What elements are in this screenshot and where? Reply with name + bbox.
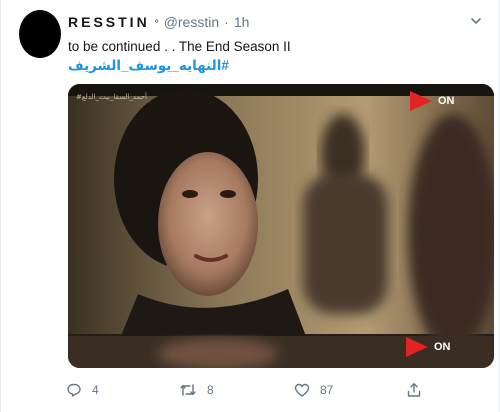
tweet-actions: 4 8 87: [61, 382, 481, 402]
tweet-card[interactable]: RESSTIN ° @resstin · 1h to be continued …: [0, 0, 500, 412]
like-button[interactable]: 87: [294, 382, 333, 398]
timestamp[interactable]: 1h: [234, 14, 250, 30]
channel-watermark-text: #أحمد_السقا_بيت_الدلع: [76, 92, 147, 101]
channel-logo-bottom: ON: [404, 336, 451, 358]
user-handle[interactable]: @resstin: [164, 14, 219, 30]
display-name-mark: °: [154, 19, 159, 30]
svg-text:#أحمد_السقا_بيت_الدلع: #أحمد_السقا_بيت_الدلع: [76, 92, 147, 101]
retweet-count: 8: [207, 383, 214, 397]
channel-logo-label: ON: [434, 341, 451, 353]
share-button[interactable]: [406, 382, 422, 398]
play-triangle-icon: [406, 337, 428, 357]
retweet-icon: [180, 384, 196, 396]
like-count: 87: [320, 383, 334, 397]
reply-button[interactable]: 4: [66, 382, 99, 398]
tweet-media[interactable]: #أحمد_السقا_بيت_الدلع ON ON: [68, 84, 494, 368]
channel-logo-label: ON: [438, 95, 455, 107]
play-triangle-icon: [410, 91, 432, 111]
tweet-header: RESSTIN ° @resstin · 1h: [68, 14, 249, 30]
reply-icon: [67, 383, 81, 397]
avatar[interactable]: [19, 10, 61, 58]
share-icon: [407, 383, 421, 397]
chevron-down-icon[interactable]: [469, 14, 483, 28]
hashtag-link[interactable]: #النهايه_يوسف_الشريف: [68, 58, 229, 74]
channel-logo-top: ON: [408, 90, 455, 112]
display-name[interactable]: RESSTIN: [68, 14, 150, 30]
separator-dot: ·: [224, 14, 229, 30]
tweet-text: to be continued . . The End Season II: [68, 39, 291, 54]
reply-count: 4: [92, 383, 99, 397]
video-frame-image: [68, 84, 494, 368]
heart-icon: [294, 383, 310, 397]
retweet-button[interactable]: 8: [179, 382, 214, 398]
